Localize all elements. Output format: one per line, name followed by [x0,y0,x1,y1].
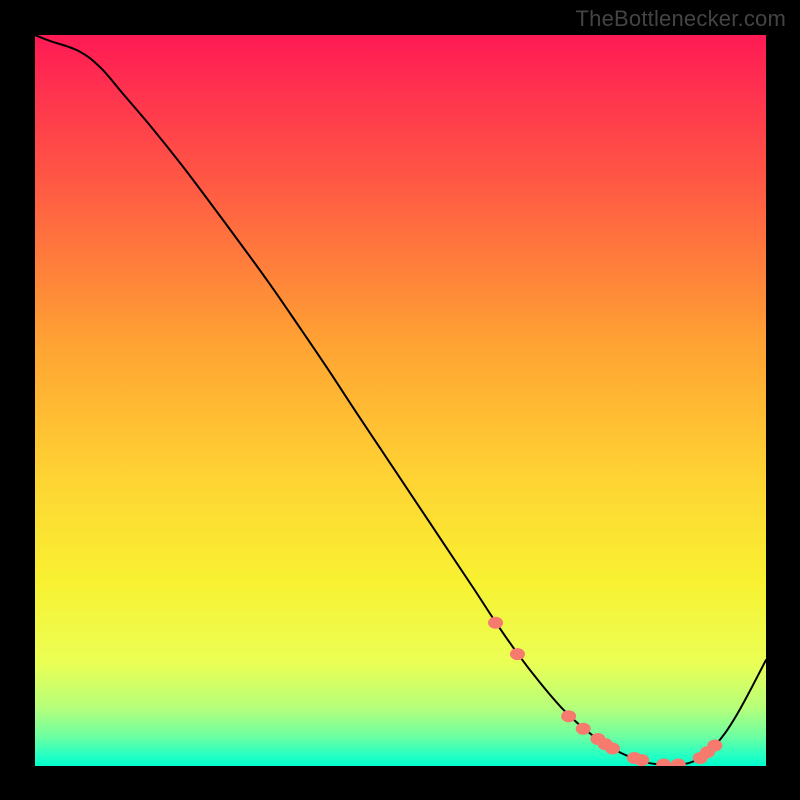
chart-svg [35,35,766,766]
curve-marker [604,742,619,754]
chart-container: TheBottlenecker.com [0,0,800,800]
gradient-background [35,35,766,766]
curve-marker [509,648,524,660]
curve-marker [561,710,576,722]
curve-marker [488,616,503,628]
plot-area [35,35,766,766]
watermark-label: TheBottlenecker.com [576,6,786,32]
curve-marker [634,754,649,766]
curve-marker [707,739,722,751]
curve-marker [575,722,590,734]
